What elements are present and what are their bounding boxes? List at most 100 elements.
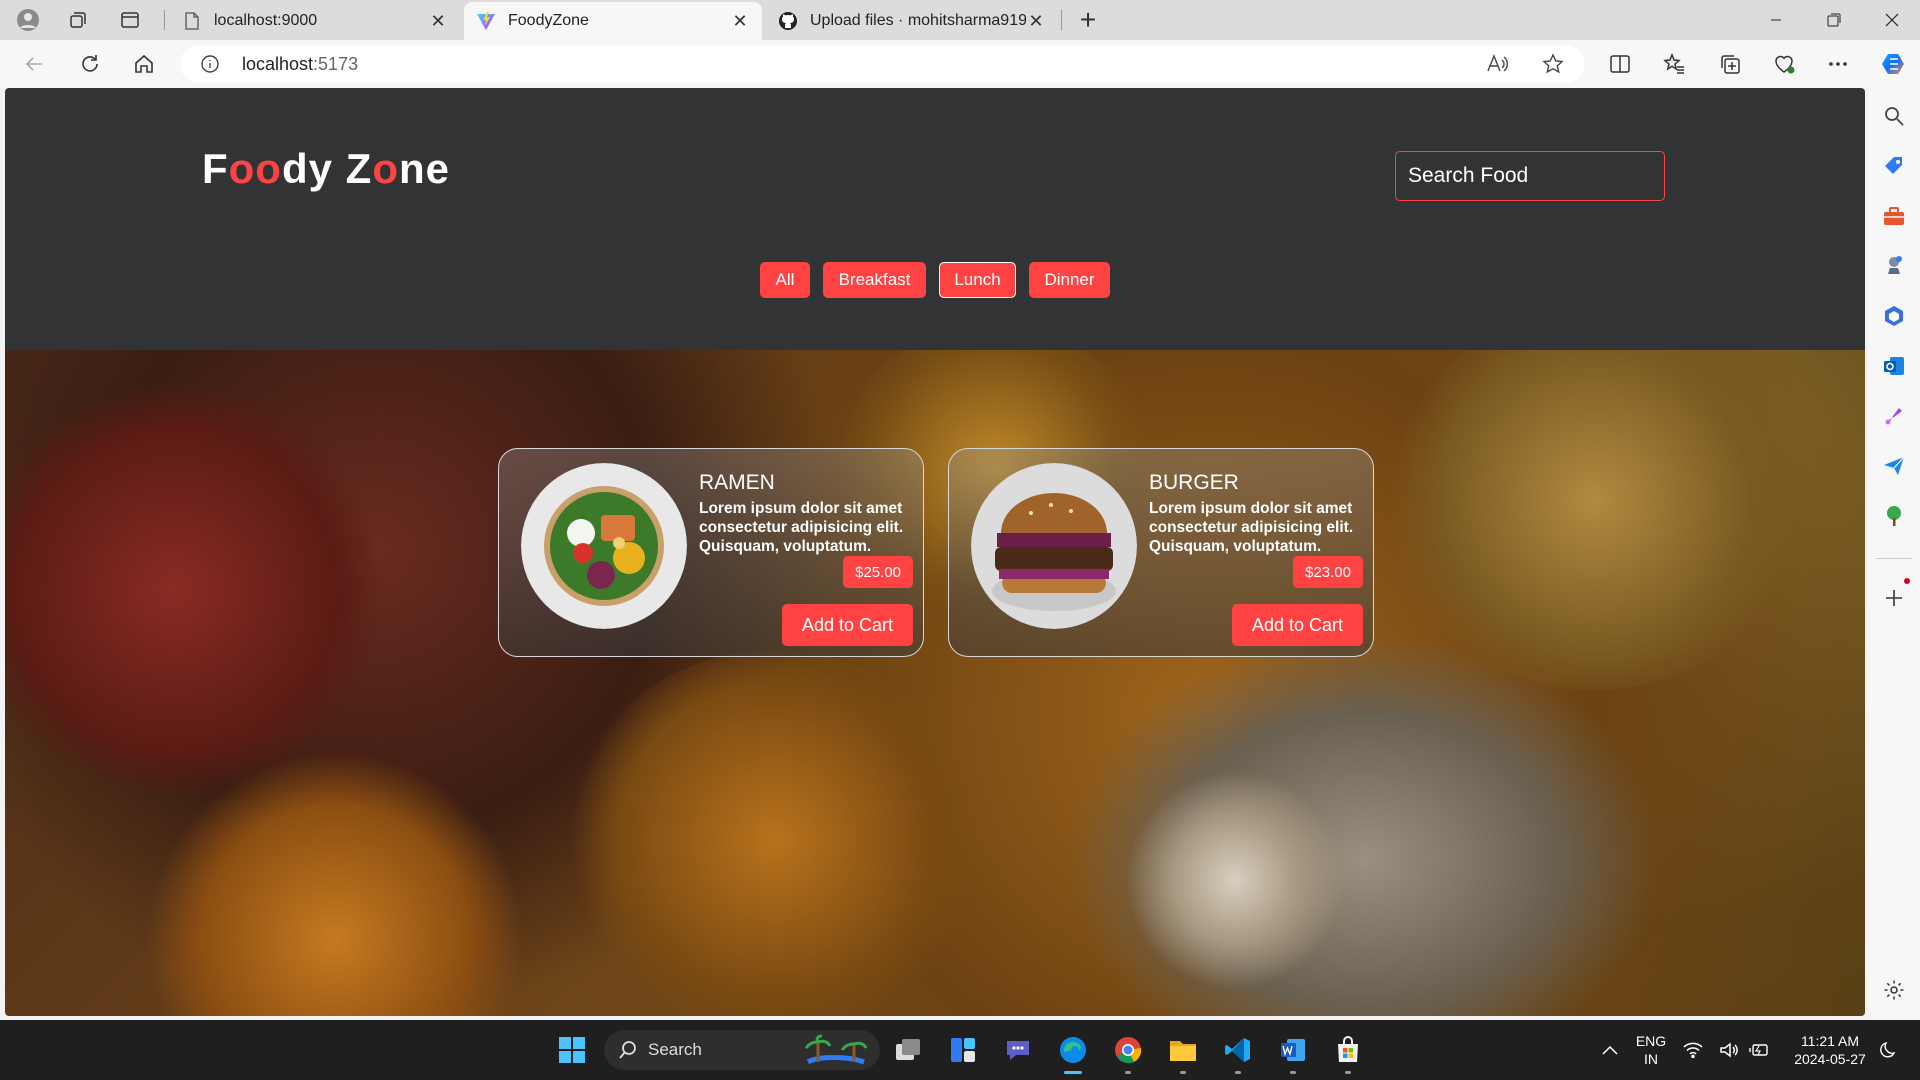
home-icon[interactable]: [124, 46, 164, 82]
tab-foodyzone[interactable]: FoodyZone ✕: [464, 2, 762, 40]
filter-bar: All Breakfast Lunch Dinner: [5, 262, 1865, 298]
url-text: localhost:5173: [242, 54, 359, 74]
food-name: RAMEN: [699, 471, 775, 494]
food-description: Lorem ipsum dolor sit amet consectetur a…: [699, 500, 904, 555]
more-menu-icon[interactable]: [1818, 46, 1858, 82]
favorites-icon[interactable]: [1654, 46, 1694, 82]
microsoft-store-icon[interactable]: [1328, 1030, 1368, 1074]
address-bar[interactable]: localhost:5173: [180, 45, 1585, 83]
browser-toolbar: localhost:5173: [0, 40, 1920, 88]
page-icon: [182, 11, 202, 31]
close-tab-icon[interactable]: ✕: [1026, 11, 1046, 32]
site-info-icon[interactable]: [200, 54, 220, 74]
file-explorer-icon[interactable]: [1163, 1030, 1203, 1074]
berries-decoration: [5, 380, 385, 800]
taskbar-search-box[interactable]: Search: [604, 1030, 880, 1070]
vertical-tabs-icon[interactable]: [108, 4, 152, 36]
chrome-icon[interactable]: [1108, 1030, 1148, 1074]
food-card-burger: BURGER Lorem ipsum dolor sit amet consec…: [948, 448, 1374, 657]
filter-all-button[interactable]: All: [760, 262, 810, 298]
close-tab-icon[interactable]: ✕: [428, 11, 448, 32]
copilot-icon[interactable]: [1874, 46, 1914, 82]
workspaces-icon[interactable]: [56, 4, 100, 36]
battery-icon[interactable]: [1744, 1030, 1774, 1070]
add-sidebar-app-icon[interactable]: [1880, 578, 1910, 612]
filter-lunch-button[interactable]: Lunch: [939, 262, 1016, 298]
profile-icon[interactable]: [6, 4, 50, 36]
sidebar-divider: [1876, 558, 1912, 559]
read-aloud-icon[interactable]: [1486, 53, 1508, 80]
search-highlight-icon: [804, 1034, 868, 1071]
orange-slices-decoration: [565, 650, 985, 1016]
tab-separator: [1061, 10, 1062, 30]
do-not-disturb-icon[interactable]: [1874, 1030, 1904, 1070]
search-food-input[interactable]: [1395, 151, 1665, 201]
tab-title: localhost:9000: [214, 12, 318, 29]
widgets-icon[interactable]: [943, 1030, 983, 1070]
running-indicator: [1064, 1071, 1082, 1074]
send-icon[interactable]: [1880, 452, 1908, 480]
food-card-ramen: RAMEN Lorem ipsum dolor sit amet consect…: [498, 448, 924, 657]
microsoft-365-icon[interactable]: [1880, 302, 1908, 330]
app-header: Foody Zone All Breakfast Lunch Dinner: [5, 88, 1865, 350]
wifi-icon[interactable]: [1678, 1030, 1708, 1070]
browser-sidebar: [1868, 88, 1920, 1018]
ramen-image: [521, 463, 687, 629]
running-indicator: [1180, 1071, 1186, 1074]
settings-gear-icon[interactable]: [1880, 976, 1908, 1004]
browser-essentials-icon[interactable]: [1764, 46, 1804, 82]
donut-decoration: [1125, 770, 1345, 990]
close-tab-icon[interactable]: ✕: [730, 11, 750, 32]
search-icon[interactable]: [1880, 102, 1908, 130]
windows-taskbar: Search ENG IN 11:21 AM 2024-05-27: [0, 1020, 1920, 1080]
search-icon: [618, 1040, 638, 1065]
minimize-icon[interactable]: [1748, 0, 1804, 40]
foody-zone-logo: Foody Zone: [202, 145, 450, 192]
teams-chat-icon[interactable]: [998, 1030, 1038, 1070]
tree-icon[interactable]: [1880, 502, 1908, 530]
close-window-icon[interactable]: [1864, 0, 1920, 40]
price-badge: $23.00: [1293, 556, 1363, 588]
tab-upload-files[interactable]: Upload files · mohitsharma9192/ ✕: [766, 2, 1058, 40]
language-indicator[interactable]: ENG IN: [1628, 1032, 1674, 1068]
running-indicator: [1290, 1071, 1296, 1074]
running-indicator: [1345, 1071, 1351, 1074]
food-background: [5, 350, 1865, 1016]
tools-icon[interactable]: [1880, 202, 1908, 230]
tab-localhost-9000[interactable]: localhost:9000 ✕: [170, 2, 460, 40]
price-badge: $25.00: [843, 556, 913, 588]
edge-taskbar-icon[interactable]: [1053, 1030, 1093, 1074]
task-view-icon[interactable]: [888, 1030, 928, 1070]
vite-icon: [476, 11, 496, 31]
new-tab-button[interactable]: +: [1066, 4, 1110, 36]
filter-breakfast-button[interactable]: Breakfast: [823, 262, 926, 298]
notification-dot: [1904, 578, 1910, 584]
running-indicator: [1235, 1071, 1241, 1074]
collections-icon[interactable]: [1710, 46, 1750, 82]
back-icon[interactable]: [14, 46, 54, 82]
outlook-icon[interactable]: [1880, 352, 1908, 380]
clock[interactable]: 11:21 AM 2024-05-27: [1780, 1032, 1880, 1068]
refresh-icon[interactable]: [70, 46, 110, 82]
shopping-tag-icon[interactable]: [1880, 152, 1908, 180]
tab-title: Upload files · mohitsharma9192/: [810, 12, 1026, 29]
designer-icon[interactable]: [1880, 402, 1908, 430]
page-viewport: Foody Zone All Breakfast Lunch Dinner: [5, 88, 1865, 1016]
restore-icon[interactable]: [1806, 0, 1862, 40]
vscode-icon[interactable]: [1218, 1030, 1258, 1074]
games-icon[interactable]: [1880, 252, 1908, 280]
taskbar-search-label: Search: [648, 1040, 702, 1059]
word-icon[interactable]: [1273, 1030, 1313, 1074]
browser-tab-strip: localhost:9000 ✕ FoodyZone ✕ Upload file…: [0, 0, 1920, 40]
windows-start-icon[interactable]: [552, 1030, 592, 1070]
show-hidden-icons-chevron[interactable]: [1590, 1030, 1630, 1070]
github-icon: [778, 11, 798, 31]
add-to-cart-button[interactable]: Add to Cart: [1232, 604, 1363, 646]
food-name: BURGER: [1149, 471, 1239, 494]
add-to-cart-button[interactable]: Add to Cart: [782, 604, 913, 646]
food-description: Lorem ipsum dolor sit amet consectetur a…: [1149, 500, 1354, 555]
favorite-star-icon[interactable]: [1542, 53, 1564, 80]
volume-icon[interactable]: [1714, 1030, 1744, 1070]
filter-dinner-button[interactable]: Dinner: [1029, 262, 1110, 298]
split-screen-icon[interactable]: [1600, 46, 1640, 82]
